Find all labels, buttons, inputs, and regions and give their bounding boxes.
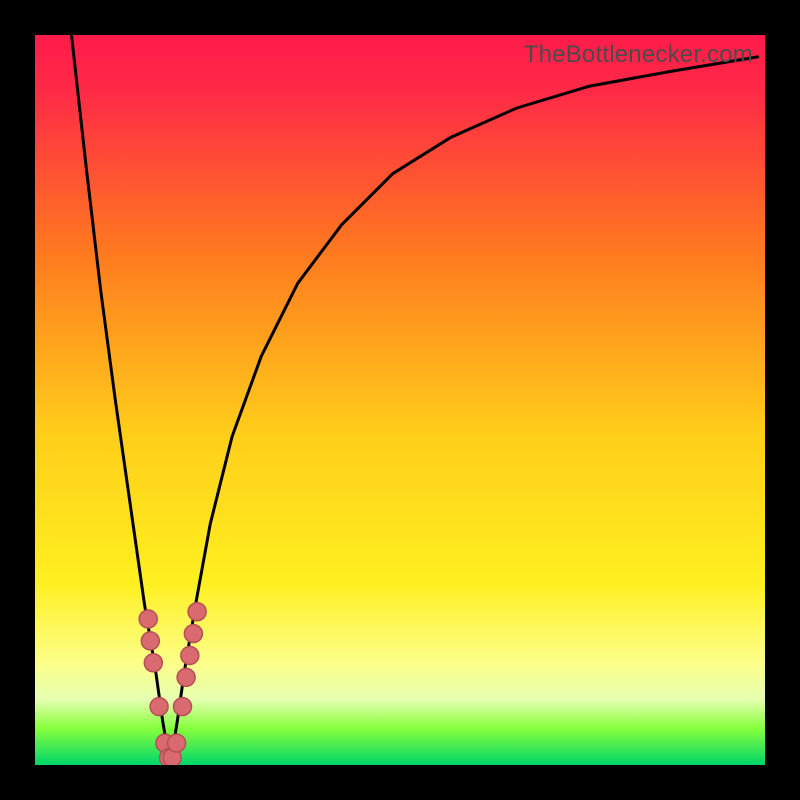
data-point [144,654,162,672]
data-point [141,632,159,650]
data-point [150,698,168,716]
data-point [181,647,199,665]
observed-points [139,603,206,765]
attribution-watermark: TheBottlenecker.com [524,41,753,69]
plot-area: TheBottlenecker.com [35,35,765,765]
data-point [168,734,186,752]
data-point [177,668,195,686]
bottleneck-curve [35,35,765,765]
data-point [139,610,157,628]
data-point [188,603,206,621]
data-point [174,698,192,716]
chart-frame: TheBottlenecker.com [0,0,800,800]
data-point [184,625,202,643]
